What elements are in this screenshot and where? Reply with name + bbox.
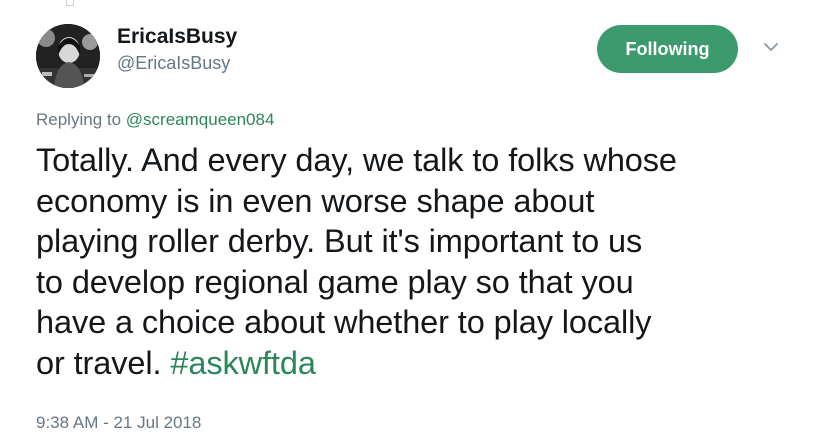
following-button[interactable]: Following (597, 25, 738, 73)
tweet-line: have a choice about whether to play loca… (36, 304, 652, 340)
avatar-image (36, 24, 100, 88)
tweet-line: economy is in even worse shape about (36, 182, 595, 219)
avatar[interactable] (36, 24, 100, 88)
replying-to: Replying to @screamqueen084 (36, 109, 274, 131)
author-handle[interactable]: @EricaIsBusy (117, 52, 230, 74)
chevron-down-icon[interactable] (762, 38, 780, 56)
tweet-text: Totally. And every day, we talk to folks… (36, 140, 796, 383)
author-display-name[interactable]: EricaIsBusy (117, 24, 237, 50)
tweet-last-line: or travel. #askwftda (36, 343, 796, 384)
scroll-marker (66, 0, 74, 6)
tweet-line: to develop regional game play so that yo… (36, 263, 634, 300)
tweet-line: playing roller derby. But it's important… (36, 223, 643, 259)
replying-prefix: Replying to (36, 110, 122, 129)
reply-mention-link[interactable]: @screamqueen084 (126, 110, 275, 129)
tweet-card: EricaIsBusy @EricaIsBusy Following Reply… (0, 0, 828, 446)
hashtag-link[interactable]: #askwftda (170, 345, 316, 381)
tweet-timestamp[interactable]: 9:38 AM - 21 Jul 2018 (36, 412, 201, 434)
tweet-line: or travel. (36, 344, 162, 381)
tweet-line: Totally. And every day, we talk to folks… (36, 142, 677, 178)
